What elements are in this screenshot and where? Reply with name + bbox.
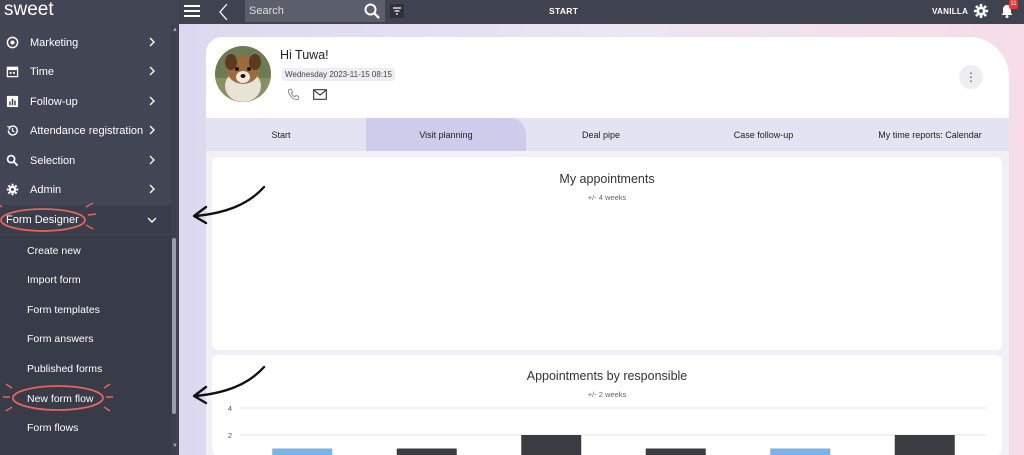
search-icon	[5, 154, 19, 168]
greeting: Hi Tuwa!	[280, 48, 329, 62]
tab-visit-planning[interactable]: Visit planning	[366, 118, 526, 151]
sidebar-item-label: Time	[30, 65, 55, 78]
app-logo: sweet	[4, 0, 54, 20]
appointments-bar-chart: 24	[228, 404, 987, 455]
chevron-down-icon	[147, 217, 157, 223]
chart-bar[interactable]	[396, 448, 457, 455]
sidebar-item-marketing[interactable]: Marketing	[0, 28, 172, 57]
sidebar-item-form-designer[interactable]: Form Designer	[0, 205, 172, 234]
settings-gear-icon[interactable]	[973, 3, 989, 19]
submenu-item-published-forms[interactable]: Published forms	[0, 354, 172, 383]
chevron-right-icon	[149, 37, 155, 47]
search-box	[245, 0, 385, 22]
user-name[interactable]: VANILLA	[932, 7, 968, 16]
y-tick-label: 4	[228, 404, 232, 413]
tab-bar: Start Visit planning Deal pipe Case foll…	[206, 118, 1009, 151]
y-tick-label: 2	[228, 431, 232, 440]
avatar[interactable]	[215, 46, 271, 102]
scroll-down-icon[interactable]: ▼	[171, 442, 179, 450]
sidebar-item-follow-up[interactable]: Follow-up	[0, 87, 172, 116]
submenu-item-import-form[interactable]: Import form	[0, 265, 172, 294]
sidebar-item-selection[interactable]: Selection	[0, 146, 172, 175]
chevron-right-icon	[149, 96, 155, 106]
submenu-item-form-templates[interactable]: Form templates	[0, 295, 172, 324]
submenu-item-form-answers[interactable]: Form answers	[0, 324, 172, 353]
appointments-by-responsible-widget: Appointments by responsible +/- 2 weeks …	[212, 355, 1002, 455]
back-arrow-icon[interactable]	[217, 3, 231, 21]
sidebar-item-label: Selection	[30, 154, 76, 167]
page-title: START	[549, 6, 579, 16]
filter-icon[interactable]	[390, 4, 404, 18]
sidebar-item-attendance-registration[interactable]: Attendance registration	[0, 116, 172, 145]
sidebar: sweet Marketing Time Follow-up Attendanc…	[0, 0, 179, 455]
tab-start[interactable]: Start	[206, 118, 356, 151]
widget-subtitle: +/- 4 weeks	[587, 193, 627, 202]
profile-header: Hi Tuwa! Wednesday 2023-11-15 08:15 ⋮	[206, 37, 1009, 118]
submenu-item-form-flows[interactable]: Form flows	[0, 413, 172, 442]
chevron-right-icon	[149, 184, 155, 194]
current-datetime: Wednesday 2023-11-15 08:15	[282, 68, 395, 81]
sidebar-item-label: Follow-up	[30, 95, 78, 108]
my-appointments-widget: My appointments +/- 4 weeks	[212, 157, 1002, 350]
mail-icon[interactable]	[313, 89, 327, 100]
search-input[interactable]	[249, 2, 359, 20]
sidebar-item-label: Attendance registration	[30, 124, 144, 137]
top-bar: START VANILLA 11	[179, 0, 1024, 24]
tab-deal-pipe[interactable]: Deal pipe	[526, 118, 676, 151]
sidebar-item-label: Marketing	[30, 36, 79, 49]
sidebar-item-label: Admin	[30, 183, 62, 196]
submenu-item-create-new[interactable]: Create new	[0, 236, 172, 265]
sidebar-item-label: Form Designer	[6, 213, 79, 226]
chart-bar[interactable]	[894, 435, 955, 455]
chart-bar[interactable]	[770, 448, 831, 455]
chart-bar[interactable]	[521, 435, 582, 455]
calendar-icon	[5, 65, 19, 79]
sidebar-item-admin[interactable]: Admin	[0, 175, 172, 204]
phone-icon[interactable]	[287, 88, 300, 101]
scroll-up-icon[interactable]: ▲	[171, 26, 179, 34]
sidebar-scroll-thumb[interactable]	[172, 238, 176, 414]
hamburger-menu-icon[interactable]	[184, 4, 200, 18]
tab-case-follow-up[interactable]: Case follow-up	[686, 118, 841, 151]
search-icon[interactable]	[363, 2, 381, 20]
target-icon	[5, 36, 19, 50]
gear-icon	[5, 183, 19, 197]
chart-bar[interactable]	[272, 448, 333, 455]
notification-badge: 11	[1009, 0, 1018, 9]
history-icon	[5, 124, 19, 138]
sidebar-item-time[interactable]: Time	[0, 57, 172, 86]
more-options-icon[interactable]: ⋮	[959, 65, 983, 89]
tab-my-time-reports-calendar[interactable]: My time reports: Calendar	[851, 118, 1009, 151]
chevron-right-icon	[149, 66, 155, 76]
chart-bar[interactable]	[645, 448, 706, 455]
chevron-right-icon	[149, 155, 155, 165]
bar-chart-icon	[5, 95, 19, 109]
submenu-item-new-form-flow[interactable]: New form flow	[0, 384, 172, 413]
chevron-right-icon	[149, 125, 155, 135]
widget-title: My appointments	[559, 172, 655, 186]
